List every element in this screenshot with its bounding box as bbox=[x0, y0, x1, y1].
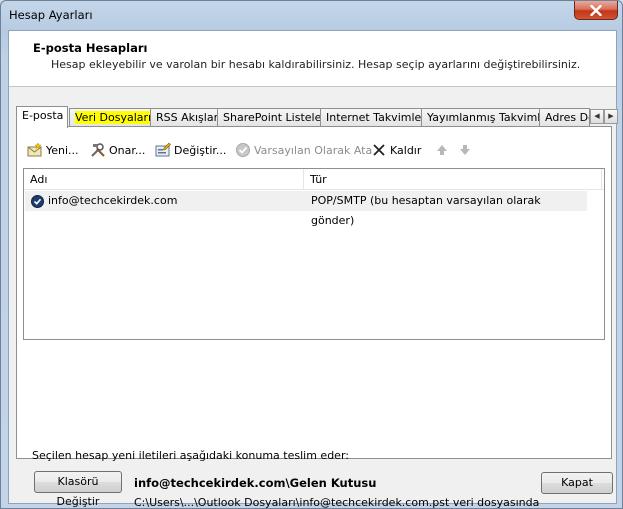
delivery-data-file: C:\Users\...\Outlook Dosyaları\info@tech… bbox=[134, 496, 540, 509]
tab-internet-calendars[interactable]: Internet Takvimleri bbox=[320, 108, 422, 127]
tab-data-files[interactable]: Veri Dosyaları bbox=[69, 108, 151, 127]
new-mail-icon bbox=[27, 142, 42, 157]
header-title: E-posta Hesapları bbox=[33, 41, 148, 55]
chevron-right-icon: ▶ bbox=[608, 112, 614, 120]
email-tab-page: Yeni... Onar... Değiştir... Varsayılan O… bbox=[16, 126, 612, 508]
new-account-button[interactable]: Yeni... bbox=[27, 140, 79, 160]
tab-email-label: E-posta bbox=[22, 109, 64, 122]
tab-address-books-label: Adres De bbox=[545, 111, 590, 124]
move-down-button[interactable] bbox=[457, 140, 476, 160]
default-account-icon bbox=[31, 194, 44, 208]
tab-data-files-label: Veri Dosyaları bbox=[75, 111, 151, 124]
account-name: info@techcekirdek.com bbox=[48, 194, 178, 207]
account-row[interactable]: info@techcekirdek.com POP/SMTP (bu hesap… bbox=[25, 191, 587, 227]
tab-rss-feeds[interactable]: RSS Akışları bbox=[150, 108, 218, 127]
header-panel: E-posta Hesapları Hesap ekleyebilir ve v… bbox=[9, 31, 616, 87]
set-default-label: Varsayılan Olarak Ata bbox=[254, 143, 373, 157]
tab-sharepoint-lists-label: SharePoint Listeleri bbox=[223, 111, 321, 124]
close-dialog-button[interactable]: Kapat bbox=[541, 472, 613, 494]
edit-card-icon bbox=[155, 142, 171, 157]
checkmark-circle-icon bbox=[236, 143, 250, 157]
window-close-button[interactable] bbox=[574, 1, 618, 20]
column-header-name[interactable]: Adı bbox=[24, 169, 304, 190]
change-label: Değiştir... bbox=[174, 143, 227, 157]
delivery-location: info@techcekirdek.com\Gelen Kutusu bbox=[134, 476, 377, 490]
close-icon bbox=[590, 4, 602, 16]
delivery-description: Seçilen hesap yeni iletileri aşağıdaki k… bbox=[32, 449, 349, 462]
account-settings-window: Hesap Ayarları E-posta Hesapları Hesap e… bbox=[0, 0, 623, 509]
account-list[interactable]: Adı Tür info@techcekirdek.com POP/SMTP (… bbox=[23, 168, 605, 340]
arrow-up-icon bbox=[437, 145, 447, 155]
change-button[interactable]: Değiştir... bbox=[155, 140, 226, 160]
account-toolbar: Yeni... Onar... Değiştir... Varsayılan O… bbox=[27, 140, 597, 160]
tab-rss-feeds-label: RSS Akışları bbox=[156, 111, 218, 124]
new-account-label: Yeni... bbox=[46, 143, 79, 157]
remove-button[interactable]: Kaldır bbox=[371, 140, 421, 160]
account-type: POP/SMTP (bu hesaptan varsayılan olarak … bbox=[311, 194, 541, 227]
chevron-left-icon: ◀ bbox=[594, 112, 600, 120]
tab-sharepoint-lists[interactable]: SharePoint Listeleri bbox=[217, 108, 321, 127]
column-header-type[interactable]: Tür bbox=[304, 169, 602, 190]
set-default-button[interactable]: Varsayılan Olarak Ata bbox=[235, 140, 372, 160]
tab-strip: E-posta Veri Dosyaları RSS Akışları Shar… bbox=[16, 106, 618, 128]
repair-button[interactable]: Onar... bbox=[90, 140, 145, 160]
tab-internet-calendars-label: Internet Takvimleri bbox=[326, 111, 422, 124]
header-description: Hesap ekleyebilir ve varolan bir hesabı … bbox=[51, 58, 581, 71]
title-bar[interactable]: Hesap Ayarları bbox=[1, 1, 622, 29]
tab-address-books[interactable]: Adres De bbox=[539, 108, 590, 127]
repair-label: Onar... bbox=[109, 143, 146, 157]
tab-scroll-right-button[interactable]: ▶ bbox=[604, 109, 618, 124]
remove-x-icon bbox=[373, 144, 385, 156]
tab-scroll-left-button[interactable]: ◀ bbox=[590, 109, 604, 124]
tab-email[interactable]: E-posta bbox=[16, 106, 68, 128]
arrow-down-icon bbox=[460, 145, 470, 155]
window-title: Hesap Ayarları bbox=[9, 8, 93, 22]
remove-label: Kaldır bbox=[390, 143, 422, 157]
move-up-button[interactable] bbox=[434, 140, 453, 160]
tab-published-calendars-label: Yayımlanmış Takvimler bbox=[427, 111, 540, 124]
tab-published-calendars[interactable]: Yayımlanmış Takvimler bbox=[421, 108, 540, 127]
tools-icon bbox=[91, 143, 105, 157]
dialog-body: E-posta Hesapları Hesap ekleyebilir ve v… bbox=[8, 30, 618, 508]
change-folder-button[interactable]: Klasörü Değiştir bbox=[34, 471, 122, 508]
account-list-header: Adı Tür bbox=[24, 169, 604, 190]
